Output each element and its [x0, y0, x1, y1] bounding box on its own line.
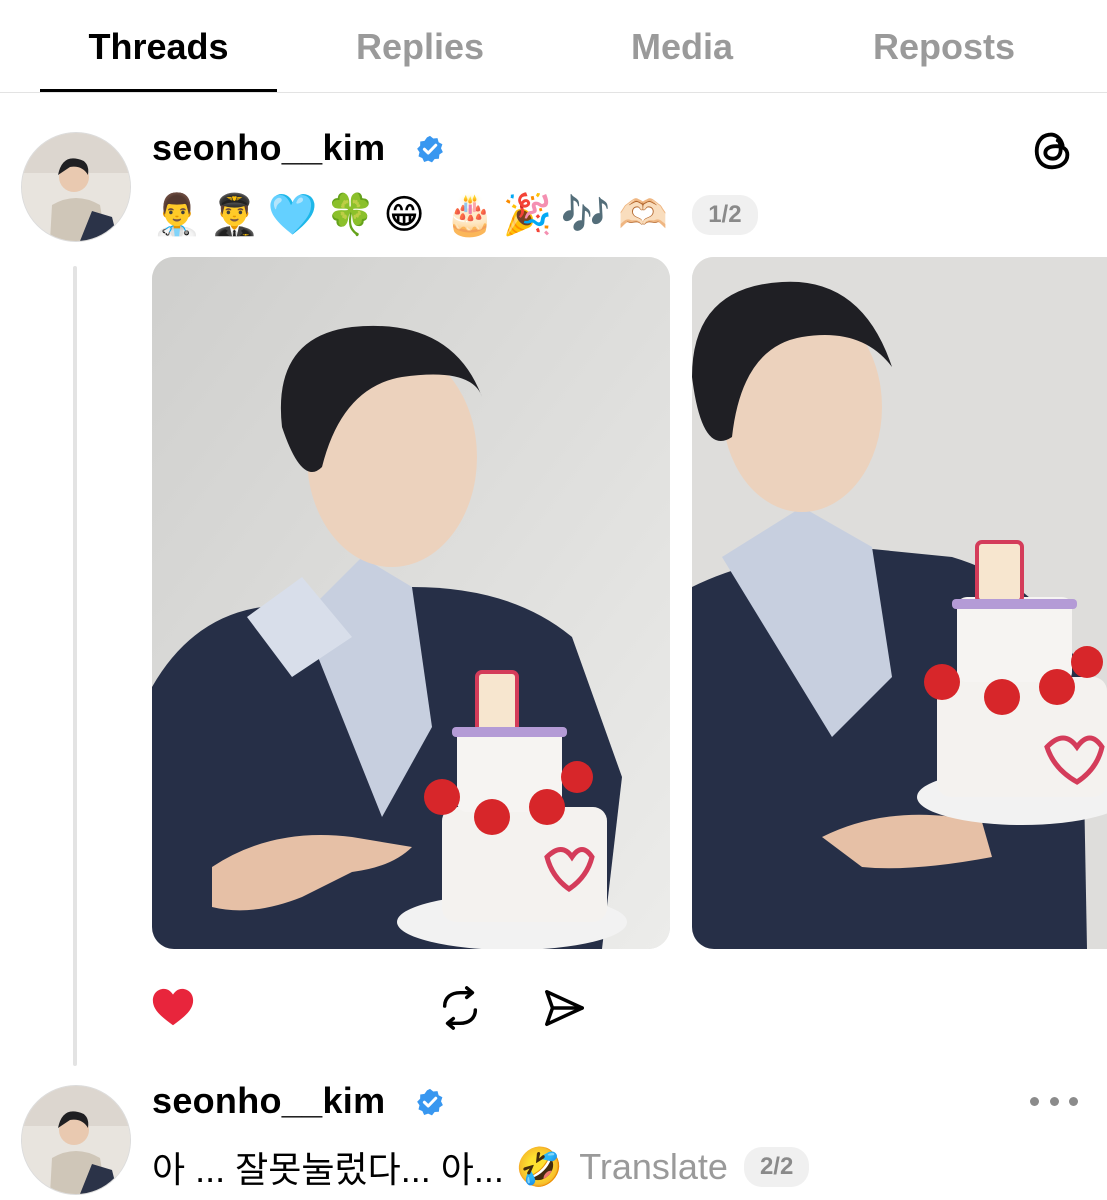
repost-icon [442, 986, 478, 1030]
avatar[interactable] [21, 1085, 131, 1195]
verified-badge-icon [417, 1088, 443, 1116]
emoji: 🎉 [502, 192, 553, 238]
post-image-2[interactable] [692, 257, 1107, 949]
tab-replies[interactable]: Replies [300, 22, 540, 72]
dot [1049, 1096, 1059, 1106]
dot [1030, 1096, 1039, 1106]
heart-filled-icon [152, 988, 194, 1026]
share-button[interactable] [541, 985, 587, 1031]
thread-connector-line [73, 266, 77, 1066]
emoji: 👨‍⚕️ [152, 192, 202, 238]
emoji: 🫶🏻 [618, 192, 669, 238]
send-icon [545, 989, 584, 1027]
verified-badge-icon [417, 135, 443, 163]
repost-button[interactable] [437, 985, 483, 1031]
emoji: 🍀 [325, 192, 376, 238]
emoji: 🎂 [444, 192, 495, 238]
post-username[interactable]: seonho__kim [152, 127, 385, 169]
post-username[interactable]: seonho__kim [152, 1080, 385, 1122]
threads-logo-icon[interactable] [1030, 128, 1076, 174]
avatar[interactable] [21, 132, 131, 242]
post-text: 아 ... 잘못눌렀다... 아... [152, 1149, 504, 1190]
tab-threads[interactable]: Threads [40, 22, 277, 72]
like-button[interactable] [150, 985, 196, 1031]
tab-reposts[interactable]: Reposts [824, 22, 1064, 72]
translate-link[interactable]: Translate [579, 1146, 728, 1188]
emoji: 😁 [383, 192, 425, 238]
dot [1069, 1096, 1078, 1106]
profile-tabs: Threads Replies Media Reposts [0, 0, 1107, 93]
post-emoji-caption: 👨‍⚕️ 👨‍✈️ 🩵 🍀 😁 🎂 🎉 🎶 🫶🏻 1/2 [152, 188, 758, 242]
tab-media[interactable]: Media [562, 22, 802, 72]
emoji: 🩵 [267, 192, 318, 238]
post-image-1[interactable] [152, 257, 670, 949]
emoji: 🤣 [515, 1145, 564, 1189]
thread-counter-badge: 2/2 [743, 1147, 810, 1187]
emoji: 🎶 [560, 192, 611, 238]
emoji: 👨‍✈️ [209, 192, 260, 238]
thread-counter-badge: 1/2 [692, 195, 758, 235]
active-tab-indicator [40, 89, 277, 92]
more-options-button[interactable] [1030, 1086, 1078, 1116]
post-caption: 아 ... 잘못눌렀다... 아... 🤣 Translate 2/2 [152, 1140, 810, 1194]
